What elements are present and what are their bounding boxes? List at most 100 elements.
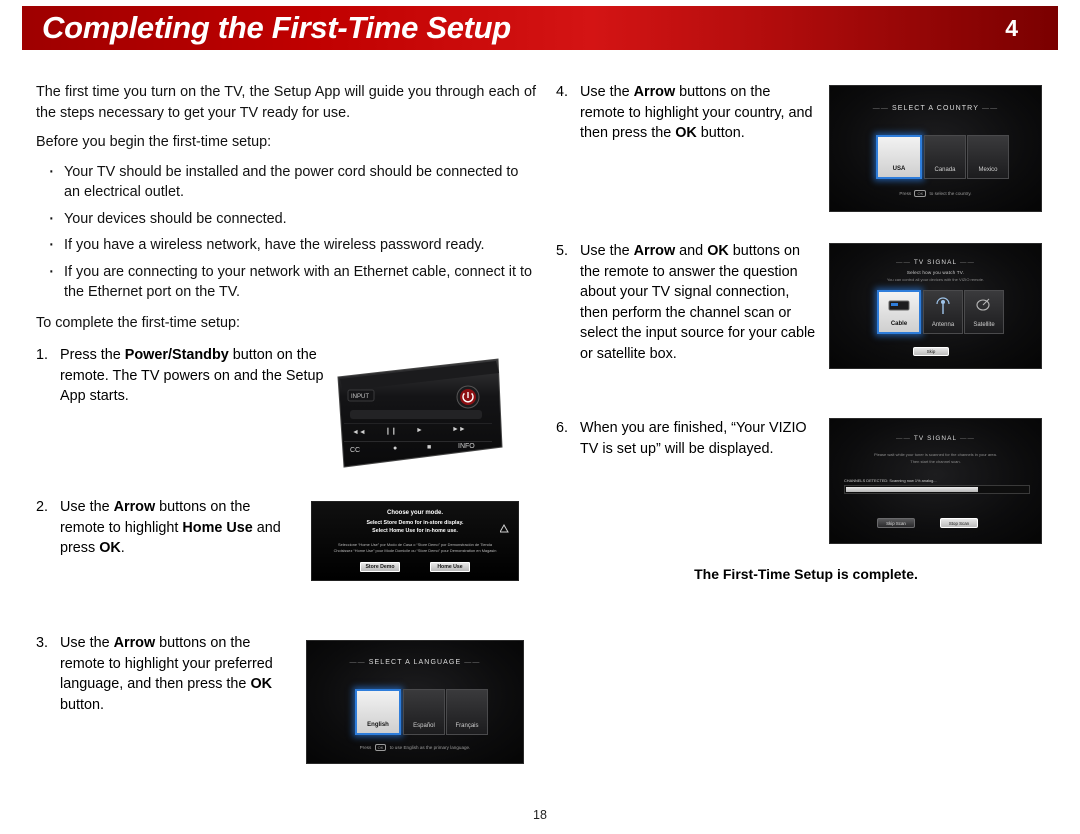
remote-svg: INPUT ◄◄ ❙❙ ► ►► CC ● ■ INFO: [337, 358, 503, 468]
svg-text:INPUT: INPUT: [351, 394, 369, 400]
footer-post: to use English as the primary language.: [389, 745, 471, 750]
dash-right: ——: [957, 259, 975, 266]
footer-pre: Press: [359, 745, 372, 750]
language-screen-title: —— SELECT A LANGUAGE ——: [307, 659, 523, 666]
scan-subtitle-2: Then start the channel scan.: [910, 459, 961, 464]
screenshot-select-country: —— SELECT A COUNTRY —— USA Canada Mexico…: [829, 85, 1042, 212]
list-item: If you are connecting to your network wi…: [36, 260, 536, 303]
signal-screen-title: —— TV SIGNAL ——: [830, 259, 1041, 266]
scan-screen-title: —— TV SIGNAL ——: [830, 435, 1041, 442]
dash-right: ——: [957, 435, 975, 442]
satellite-dish-icon: [976, 298, 990, 311]
left-column: The first time you turn on the TV, the S…: [36, 82, 536, 342]
intro-paragraph-2: Before you begin the first-time setup:: [36, 134, 272, 150]
ok-key-icon: OK: [914, 190, 927, 197]
step-number: 4.: [556, 84, 569, 100]
title-text: TV SIGNAL: [913, 259, 958, 266]
mode-line-2: Select Store Demo for in-store display.: [366, 520, 464, 526]
svg-text:CC: CC: [350, 447, 360, 454]
step-text: Use the Arrow buttons on the remote to h…: [580, 84, 813, 141]
country-footer-hint: Press OK to select the country.: [830, 190, 1041, 197]
scan-progress-fill: [846, 487, 979, 492]
step-number: 3.: [36, 635, 49, 651]
svg-text:■: ■: [427, 444, 431, 451]
completion-note: The First-Time Setup is complete.: [694, 566, 918, 582]
language-tile-english[interactable]: English: [355, 689, 401, 735]
mode-line-3: Select Home Use for in-home use.: [372, 528, 458, 534]
stop-scan-button[interactable]: Stop Scan: [940, 518, 978, 528]
scan-progress-bar: [844, 485, 1030, 494]
antenna-icon: [936, 297, 950, 314]
footer-post: to select the country.: [929, 191, 972, 196]
title-text: SELECT A COUNTRY: [892, 105, 979, 112]
home-use-button[interactable]: Home Use: [430, 562, 470, 572]
step-2: 2. Use the Arrow buttons on the remote t…: [36, 497, 296, 559]
step-number: 5.: [556, 243, 569, 259]
tile-label: Cable: [890, 321, 908, 327]
cable-box-icon: [888, 300, 910, 311]
remote-illustration: INPUT ◄◄ ❙❙ ► ►► CC ● ■ INFO: [330, 355, 505, 470]
footer-pre: Press: [899, 191, 912, 196]
list-item: If you have a wireless network, have the…: [36, 233, 536, 256]
country-screen-title: —— SELECT A COUNTRY ——: [830, 105, 1041, 112]
signal-skip-button[interactable]: Skip: [913, 347, 949, 356]
step-1: 1. Press the Power/Standby button on the…: [36, 345, 326, 407]
dash-right: ——: [461, 659, 481, 666]
dash-left: ——: [895, 259, 914, 266]
country-tile-canada[interactable]: Canada: [924, 135, 966, 179]
step-text: Press the Power/Standby button on the re…: [60, 347, 324, 404]
screenshot-channel-scan: —— TV SIGNAL —— Please wait while your t…: [829, 418, 1042, 544]
step-3: 3. Use the Arrow buttons on the remote t…: [36, 633, 296, 715]
mode-line-1: Choose your mode.: [386, 510, 443, 516]
language-footer-hint: Press OK to use English as the primary l…: [307, 744, 523, 751]
svg-text:►: ►: [416, 427, 423, 434]
vizio-logo-icon: [500, 524, 509, 533]
dash-right: ——: [978, 105, 999, 112]
step-4: 4. Use the Arrow buttons on the remote t…: [556, 82, 816, 144]
language-tile-espanol[interactable]: Español: [403, 689, 445, 735]
scan-status-text: CHANNELS DETECTED: Scanning now 1% analo…: [844, 478, 937, 483]
intro-paragraph-1: The first time you turn on the TV, the S…: [36, 84, 536, 121]
step-number: 2.: [36, 499, 49, 515]
skip-scan-button[interactable]: Skip Scan: [877, 518, 915, 528]
chapter-number: 4: [1005, 14, 1018, 41]
title-text: TV SIGNAL: [913, 435, 958, 442]
list-item: Your TV should be installed and the powe…: [36, 160, 536, 203]
svg-text:INFO: INFO: [458, 443, 475, 450]
intro-paragraph-3: To complete the first-time setup:: [36, 314, 240, 331]
screenshot-select-language: —— SELECT A LANGUAGE —— English Español …: [306, 640, 524, 764]
dash-left: ——: [872, 105, 892, 112]
svg-text:►►: ►►: [452, 426, 466, 433]
svg-text:◄◄: ◄◄: [352, 429, 366, 436]
store-demo-button[interactable]: Store Demo: [360, 562, 400, 572]
list-item: Your devices should be connected.: [36, 207, 536, 230]
step-text: Use the Arrow buttons on the remote to h…: [60, 635, 273, 713]
step-number: 1.: [36, 347, 49, 363]
signal-subtitle: Select how you watch TV.: [906, 270, 965, 275]
dash-left: ——: [349, 659, 369, 666]
step-5: 5. Use the Arrow and OK buttons on the r…: [556, 241, 818, 364]
page-number: 18: [533, 808, 547, 822]
step-text: When you are finished, “Your VIZIO TV is…: [580, 420, 807, 457]
step-text: Use the Arrow and OK buttons on the remo…: [580, 243, 816, 362]
tile-label: Antenna: [931, 322, 955, 328]
prerequisite-list: Your TV should be installed and the powe…: [36, 160, 536, 303]
country-tile-usa[interactable]: USA: [876, 135, 922, 179]
tile-label: Satellite: [973, 322, 995, 328]
page-title: Completing the First-Time Setup: [42, 10, 511, 45]
scan-subtitle: Please wait while your tuner is scanned …: [874, 452, 997, 457]
svg-text:●: ●: [393, 445, 397, 452]
step-number: 6.: [556, 420, 569, 436]
signal-subtitle-2: You can control all your devices with th…: [886, 277, 985, 282]
country-tile-mexico[interactable]: Mexico: [967, 135, 1009, 179]
svg-text:❙❙: ❙❙: [385, 427, 397, 435]
dash-left: ——: [895, 435, 914, 442]
title-text: SELECT A LANGUAGE: [368, 659, 462, 666]
ok-key-icon: OK: [374, 744, 387, 751]
screenshot-tv-signal: —— TV SIGNAL —— Select how you watch TV.…: [829, 243, 1042, 369]
step-text: Use the Arrow buttons on the remote to h…: [60, 499, 281, 556]
screenshot-choose-mode: Choose your mode. Select Store Demo for …: [311, 501, 519, 581]
page-header: Completing the First-Time Setup 4: [22, 6, 1058, 50]
language-tile-francais[interactable]: Français: [446, 689, 488, 735]
mode-translation-text: Seleccione “Home Use” por Modo de Casa o…: [333, 542, 497, 553]
